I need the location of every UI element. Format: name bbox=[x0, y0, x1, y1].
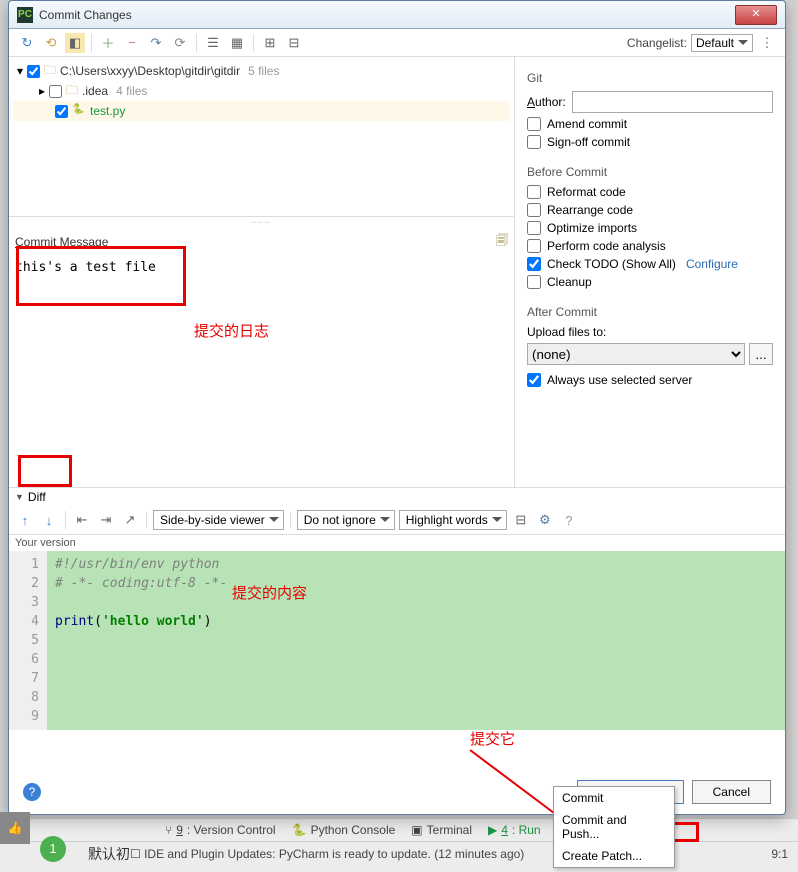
before-commit-section: Before Commit bbox=[527, 165, 773, 179]
collapse-icon[interactable]: ⊟ bbox=[284, 33, 304, 53]
reformat-checkbox[interactable] bbox=[527, 185, 541, 199]
menu-commit-push[interactable]: Commit and Push... bbox=[554, 809, 674, 845]
upload-more-button[interactable]: ... bbox=[749, 343, 773, 365]
commit-message-label: Commit Message bbox=[15, 235, 108, 249]
next-diff-icon[interactable]: ↓ bbox=[39, 510, 59, 530]
signoff-label: Sign-off commit bbox=[547, 135, 630, 149]
tool-terminal[interactable]: ▣ Terminal bbox=[411, 823, 472, 837]
pycharm-icon: PC bbox=[17, 7, 33, 23]
show-diff-icon[interactable]: ⟳ bbox=[170, 33, 190, 53]
diff-collapse-icon[interactable]: ▼ bbox=[15, 492, 24, 502]
tree-file[interactable]: 🐍 test.py bbox=[13, 101, 510, 121]
close-button[interactable]: ✕ bbox=[735, 5, 777, 25]
split-handle[interactable]: ┈┈┈ bbox=[9, 217, 514, 227]
prev-file-icon[interactable]: ⇤ bbox=[72, 510, 92, 530]
help-button[interactable]: ? bbox=[23, 783, 41, 801]
toolbar: ↻ ⟲ ◧ ＋ − ↷ ⟳ ☰ ▦ ⊞ ⊟ Changelist: Defaul… bbox=[9, 29, 785, 57]
changelist-label: Changelist: bbox=[627, 36, 687, 50]
highlight-select[interactable]: Highlight words bbox=[399, 510, 507, 530]
cancel-button[interactable]: Cancel bbox=[692, 780, 771, 804]
always-server-checkbox[interactable] bbox=[527, 373, 541, 387]
file-tree: ▾ 🗀 C:\Users\xxyy\Desktop\gitdir\gitdir … bbox=[9, 57, 514, 217]
chevron-down-icon[interactable]: ▾ bbox=[17, 64, 23, 78]
git-section: Git bbox=[527, 71, 773, 85]
folder-icon: 🗀 bbox=[66, 81, 78, 102]
diff-label: Diff bbox=[28, 490, 46, 504]
tree-root[interactable]: ▾ 🗀 C:\Users\xxyy\Desktop\gitdir\gitdir … bbox=[13, 61, 510, 81]
root-checkbox[interactable] bbox=[27, 65, 40, 78]
menu-create-patch[interactable]: Create Patch... bbox=[554, 845, 674, 867]
gear-icon[interactable]: ⚙ bbox=[535, 510, 555, 530]
help-diff-icon[interactable]: ? bbox=[559, 510, 579, 530]
todo-checkbox[interactable] bbox=[527, 257, 541, 271]
optimize-checkbox[interactable] bbox=[527, 221, 541, 235]
author-input[interactable] bbox=[572, 91, 773, 113]
diff-icon[interactable]: ◧ bbox=[65, 33, 85, 53]
idea-checkbox[interactable] bbox=[49, 85, 62, 98]
tool-run[interactable]: ▶ 4: Run bbox=[488, 823, 541, 837]
amend-checkbox[interactable] bbox=[527, 117, 541, 131]
upload-select[interactable]: (none) bbox=[527, 343, 745, 365]
new-changelist-icon[interactable]: ＋ bbox=[98, 33, 118, 53]
author-label: Author: bbox=[527, 95, 566, 109]
ignore-select[interactable]: Do not ignore bbox=[297, 510, 395, 530]
tree-idea[interactable]: ▸ 🗀 .idea 4 files bbox=[13, 81, 510, 101]
python-file-icon: 🐍 bbox=[72, 104, 86, 118]
changelist-select[interactable]: Default bbox=[691, 34, 753, 52]
move-icon[interactable]: ↷ bbox=[146, 33, 166, 53]
configure-link[interactable]: Configure bbox=[686, 257, 738, 271]
refresh-icon[interactable]: ↻ bbox=[17, 33, 37, 53]
signoff-checkbox[interactable] bbox=[527, 135, 541, 149]
partial-text: 默认初 bbox=[88, 844, 130, 864]
amend-label: Amend commit bbox=[547, 117, 627, 131]
commit-message-input[interactable] bbox=[9, 256, 514, 487]
thumbs-icon: 👍 bbox=[0, 812, 30, 844]
viewer-select[interactable]: Side-by-side viewer bbox=[153, 510, 284, 530]
step-badge: 1 bbox=[40, 836, 66, 862]
code-viewer: 123456789 #!/usr/bin/env python # -*- co… bbox=[9, 551, 785, 730]
jump-icon[interactable]: ↗ bbox=[120, 510, 140, 530]
expand-icon[interactable]: ⊞ bbox=[260, 33, 280, 53]
changelist-more-icon[interactable]: ⋮ bbox=[757, 33, 777, 53]
revert-icon[interactable]: ⟲ bbox=[41, 33, 61, 53]
tool-version-control[interactable]: ⑂ 99: Version Control: Version Control bbox=[165, 823, 276, 837]
rearrange-checkbox[interactable] bbox=[527, 203, 541, 217]
cursor-position: 9:1 bbox=[771, 847, 788, 861]
next-file-icon[interactable]: ⇥ bbox=[96, 510, 116, 530]
history-icon[interactable]: 🗐 bbox=[496, 231, 508, 252]
titlebar: PC Commit Changes ✕ bbox=[9, 1, 785, 29]
commit-dialog: PC Commit Changes ✕ ↻ ⟲ ◧ ＋ − ↷ ⟳ ☰ ▦ ⊞ … bbox=[8, 0, 786, 815]
group2-icon[interactable]: ▦ bbox=[227, 33, 247, 53]
window-title: Commit Changes bbox=[39, 8, 735, 22]
group-icon[interactable]: ☰ bbox=[203, 33, 223, 53]
folder-icon: 🗀 bbox=[44, 61, 56, 82]
your-version-label: Your version bbox=[9, 535, 785, 551]
cleanup-checkbox[interactable] bbox=[527, 275, 541, 289]
delete-icon[interactable]: − bbox=[122, 33, 142, 53]
status-message: ☐ IDE and Plugin Updates: PyCharm is rea… bbox=[130, 847, 524, 861]
after-commit-section: After Commit bbox=[527, 305, 773, 319]
file-checkbox[interactable] bbox=[55, 105, 68, 118]
tool-python-console[interactable]: 🐍 Python Console bbox=[292, 823, 396, 837]
analysis-checkbox[interactable] bbox=[527, 239, 541, 253]
prev-diff-icon[interactable]: ↑ bbox=[15, 510, 35, 530]
sync-scroll-icon[interactable]: ⊟ bbox=[511, 510, 531, 530]
chevron-right-icon[interactable]: ▸ bbox=[39, 84, 45, 98]
upload-label: Upload files to: bbox=[527, 325, 773, 339]
commit-dropdown: Commit Commit and Push... Create Patch..… bbox=[553, 786, 675, 868]
menu-commit[interactable]: Commit bbox=[554, 787, 674, 809]
